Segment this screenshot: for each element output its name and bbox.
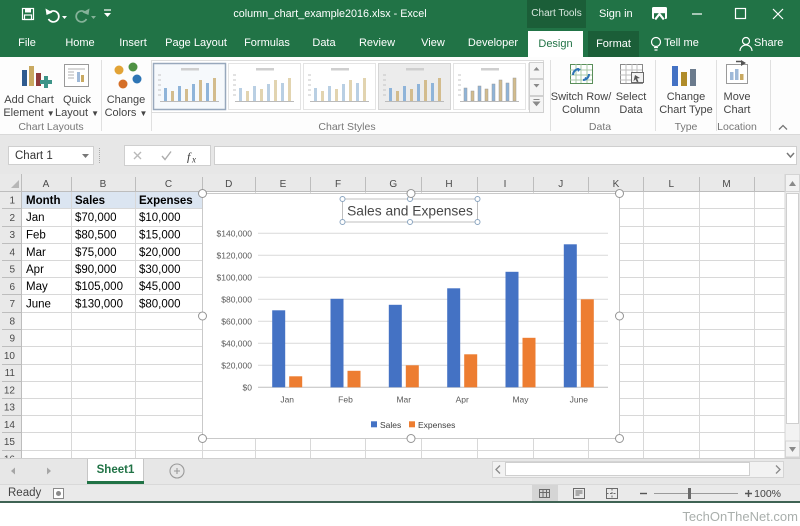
svg-text:Sales and Expenses: Sales and Expenses <box>347 204 473 219</box>
svg-text:Select: Select <box>616 91 647 103</box>
svg-text:Data: Data <box>589 121 611 133</box>
svg-text:10: 10 <box>4 351 16 362</box>
svg-text:Type: Type <box>675 121 698 133</box>
svg-text:$120,000: $120,000 <box>217 250 253 260</box>
svg-text:12: 12 <box>4 385 16 396</box>
svg-text:Move: Move <box>724 91 751 103</box>
svg-text:M: M <box>722 179 730 190</box>
svg-text:Layout ▼: Layout ▼ <box>55 107 99 119</box>
svg-text:I: I <box>504 179 507 190</box>
svg-text:Jan: Jan <box>280 394 294 404</box>
svg-text:Chart Styles: Chart Styles <box>318 121 375 133</box>
svg-text:Mar: Mar <box>396 394 411 404</box>
svg-text:L: L <box>668 179 674 190</box>
svg-text:Column: Column <box>562 104 600 116</box>
svg-text:$40,000: $40,000 <box>221 338 252 348</box>
svg-text:1: 1 <box>9 196 15 207</box>
svg-text:June: June <box>26 299 51 311</box>
svg-text:Jan: Jan <box>26 212 45 224</box>
svg-text:E: E <box>280 179 287 190</box>
svg-text:Feb: Feb <box>26 230 46 242</box>
svg-text:$105,000: $105,000 <box>75 281 123 293</box>
svg-text:$20,000: $20,000 <box>221 360 252 370</box>
svg-text:5: 5 <box>9 265 15 276</box>
svg-text:$75,000: $75,000 <box>75 247 117 259</box>
svg-text:C: C <box>165 179 172 190</box>
svg-text:100%: 100% <box>754 488 781 500</box>
svg-text:J: J <box>558 179 563 190</box>
svg-text:2: 2 <box>9 213 15 224</box>
svg-text:14: 14 <box>4 420 16 431</box>
svg-text:$70,000: $70,000 <box>75 212 117 224</box>
svg-text:Quick: Quick <box>63 94 92 106</box>
svg-text:D: D <box>225 179 232 190</box>
svg-text:May: May <box>26 281 48 293</box>
svg-text:$60,000: $60,000 <box>221 316 252 326</box>
svg-text:K: K <box>613 179 620 190</box>
svg-text:F: F <box>335 179 341 190</box>
svg-text:$15,000: $15,000 <box>139 230 181 242</box>
svg-text:x: x <box>191 155 196 165</box>
svg-text:15: 15 <box>4 437 16 448</box>
svg-text:Expenses: Expenses <box>418 420 455 430</box>
svg-text:B: B <box>100 179 107 190</box>
svg-text:$30,000: $30,000 <box>139 264 181 276</box>
svg-text:$140,000: $140,000 <box>217 228 253 238</box>
svg-text:May: May <box>512 394 529 404</box>
svg-text:$45,000: $45,000 <box>139 281 181 293</box>
svg-text:13: 13 <box>4 403 16 414</box>
svg-text:$80,000: $80,000 <box>139 299 181 311</box>
svg-text:$10,000: $10,000 <box>139 212 181 224</box>
svg-text:Expenses: Expenses <box>139 195 193 207</box>
svg-text:$80,500: $80,500 <box>75 230 117 242</box>
svg-text:Change: Change <box>107 94 146 106</box>
svg-text:Sales: Sales <box>380 420 401 430</box>
svg-text:$80,000: $80,000 <box>221 294 252 304</box>
svg-text:Apr: Apr <box>26 264 44 276</box>
svg-text:G: G <box>389 179 397 190</box>
svg-text:$130,000: $130,000 <box>75 299 123 311</box>
svg-text:8: 8 <box>9 316 15 327</box>
svg-text:Chart Type: Chart Type <box>659 104 713 116</box>
svg-text:June: June <box>570 394 589 404</box>
svg-text:A: A <box>43 179 50 190</box>
svg-text:Switch Row/: Switch Row/ <box>551 91 612 103</box>
svg-text:Chart Layouts: Chart Layouts <box>18 121 83 133</box>
svg-text:$0: $0 <box>243 382 253 392</box>
svg-text:Feb: Feb <box>338 394 353 404</box>
svg-text:Colors ▼: Colors ▼ <box>105 107 148 119</box>
svg-text:Mar: Mar <box>26 247 46 259</box>
svg-text:Sales: Sales <box>75 195 105 207</box>
svg-text:Add Chart: Add Chart <box>4 94 54 106</box>
svg-text:$100,000: $100,000 <box>217 272 253 282</box>
svg-text:Chart: Chart <box>724 104 751 116</box>
svg-text:H: H <box>445 179 452 190</box>
svg-text:Month: Month <box>26 195 60 207</box>
svg-text:$90,000: $90,000 <box>75 264 117 276</box>
svg-text:Change: Change <box>667 91 706 103</box>
svg-text:7: 7 <box>9 299 15 310</box>
svg-text:4: 4 <box>9 247 15 258</box>
svg-text:11: 11 <box>5 368 16 379</box>
svg-text:6: 6 <box>9 282 15 293</box>
svg-text:9: 9 <box>9 334 15 345</box>
svg-text:$20,000: $20,000 <box>139 247 181 259</box>
svg-text:Element ▼: Element ▼ <box>3 107 54 119</box>
svg-text:Apr: Apr <box>456 394 469 404</box>
svg-text:Location: Location <box>717 121 757 133</box>
svg-text:Data: Data <box>619 104 643 116</box>
svg-text:3: 3 <box>9 230 15 241</box>
